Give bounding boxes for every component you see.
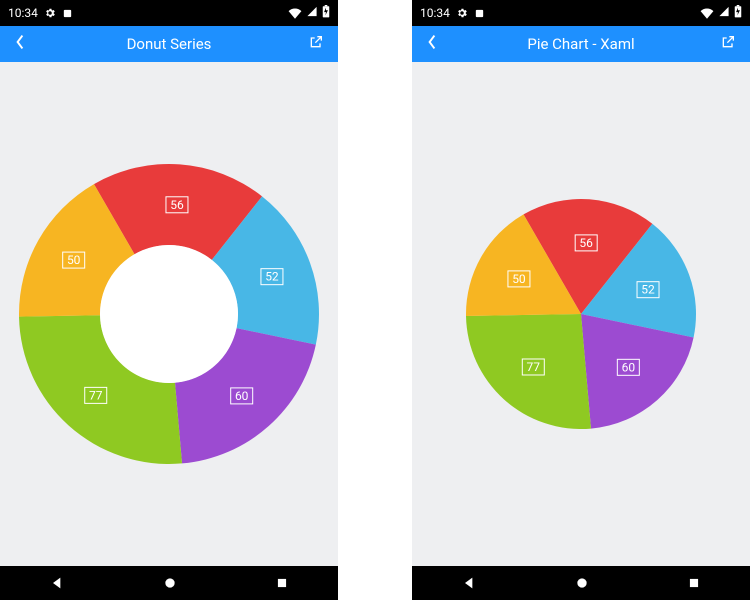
page-title: Donut Series (127, 35, 212, 53)
gear-icon (44, 7, 56, 19)
circle-home-icon (162, 575, 178, 591)
chart-area-donut: 56 52 60 77 50 (0, 62, 338, 566)
android-nav-bar (412, 566, 750, 600)
square-recent-icon (275, 576, 289, 590)
page-title: Pie Chart - Xaml (527, 35, 634, 53)
status-time: 10:34 (420, 6, 450, 20)
nav-recent-button[interactable] (687, 576, 701, 590)
square-recent-icon (687, 576, 701, 590)
open-external-button[interactable] (716, 30, 740, 58)
app-bar: Pie Chart - Xaml (412, 26, 750, 62)
status-time: 10:34 (8, 6, 38, 20)
svg-text:50: 50 (67, 253, 81, 267)
triangle-back-icon (461, 575, 477, 591)
nav-back-button[interactable] (49, 575, 65, 591)
nav-back-button[interactable] (461, 575, 477, 591)
nav-recent-button[interactable] (275, 576, 289, 590)
open-external-icon (720, 34, 736, 50)
status-bar: 10:34 (412, 0, 750, 26)
wifi-icon (700, 8, 714, 19)
circle-home-icon (574, 575, 590, 591)
status-bar: 10:34 (0, 0, 338, 26)
svg-text:60: 60 (235, 389, 249, 403)
svg-text:60: 60 (622, 360, 636, 374)
wifi-icon (288, 8, 302, 19)
card-icon (474, 8, 485, 19)
nav-home-button[interactable] (574, 575, 590, 591)
chart-area-pie: 56 52 60 77 50 (412, 62, 750, 566)
card-icon (62, 8, 73, 19)
open-external-icon (308, 34, 324, 50)
svg-text:52: 52 (265, 270, 279, 284)
app-bar: Donut Series (0, 26, 338, 62)
donut-chart: 56 52 60 77 50 (14, 124, 324, 504)
battery-charging-icon (322, 5, 330, 21)
svg-text:77: 77 (89, 388, 103, 402)
phone-left: 10:34 (0, 0, 338, 600)
gear-icon (456, 7, 468, 19)
svg-text:56: 56 (579, 236, 593, 250)
back-button[interactable] (422, 30, 442, 58)
battery-charging-icon (734, 5, 742, 21)
triangle-back-icon (49, 575, 65, 591)
chevron-left-icon (426, 34, 438, 50)
svg-text:77: 77 (527, 360, 541, 374)
open-external-button[interactable] (304, 30, 328, 58)
svg-text:52: 52 (641, 283, 655, 297)
pie-chart: 56 52 60 77 50 (451, 154, 711, 474)
chevron-left-icon (14, 34, 26, 50)
nav-home-button[interactable] (162, 575, 178, 591)
cell-signal-icon (306, 6, 318, 20)
donut-hole (100, 245, 238, 383)
cell-signal-icon (718, 6, 730, 20)
android-nav-bar (0, 566, 338, 600)
svg-text:56: 56 (170, 198, 184, 212)
back-button[interactable] (10, 30, 30, 58)
phone-right: 10:34 (412, 0, 750, 600)
svg-text:50: 50 (512, 272, 526, 286)
